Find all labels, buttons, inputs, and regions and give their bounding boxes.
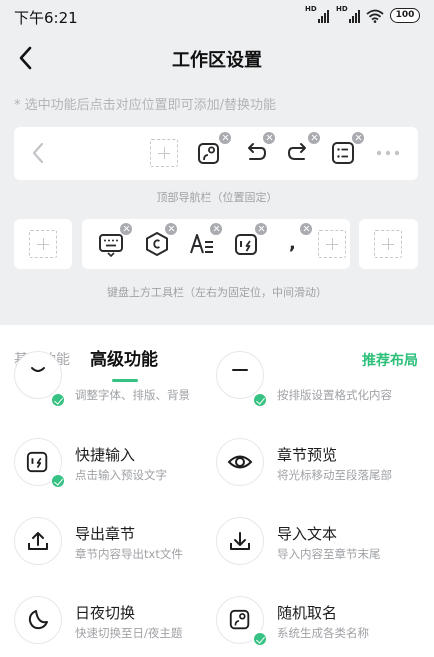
remove-icon[interactable] <box>120 223 132 235</box>
remove-icon[interactable] <box>352 132 364 144</box>
feature-item[interactable]: 导入文本 导入内容至章节末尾 <box>216 517 426 569</box>
empty-slot[interactable] <box>374 230 402 258</box>
instruction-hint: * 选中功能后点击对应位置即可添加/替换功能 <box>14 98 277 113</box>
empty-slot[interactable] <box>318 230 346 258</box>
feature-name: 快捷输入 <box>75 446 136 464</box>
empty-slot[interactable] <box>150 139 178 167</box>
status-icons: HD HD 100 <box>305 5 420 23</box>
feature-desc: 导入内容至章节末尾 <box>277 547 381 561</box>
eye-icon <box>216 438 264 486</box>
function-panel: 基础功能 高级功能 推荐布局 调整字体、排版、背景 按排版设置格式化内容 快捷 <box>0 325 434 657</box>
remove-icon[interactable] <box>165 223 177 235</box>
feature-item[interactable]: 日夜切换 快速切换至日/夜主题 <box>14 596 214 648</box>
added-check-icon <box>50 392 66 408</box>
more-icon[interactable] <box>375 149 401 157</box>
toolbar-middle-scroll: , <box>82 219 350 269</box>
feature-item[interactable]: 按排版设置格式化内容 <box>216 351 426 411</box>
remove-icon[interactable] <box>219 132 231 144</box>
added-check-icon <box>252 631 268 647</box>
toolbar-right-fixed <box>359 219 418 269</box>
feature-item[interactable]: 快捷输入 点击输入预设文字 <box>14 438 214 490</box>
upload-icon <box>14 517 62 565</box>
remove-icon[interactable] <box>255 223 267 235</box>
signal-icon: HD <box>305 5 329 23</box>
remove-icon[interactable] <box>300 223 312 235</box>
feature-name: 导出章节 <box>75 525 136 543</box>
status-bar: 下午6:21 HD HD 100 <box>0 0 434 32</box>
feature-item[interactable]: 随机取名 系统生成各类名称 <box>216 596 426 648</box>
feature-name: 日夜切换 <box>75 604 136 622</box>
feature-item[interactable]: 章节预览 将光标移动至段落尾部 <box>216 438 426 490</box>
page-title: 工作区设置 <box>172 50 262 71</box>
page-header: 工作区设置 <box>0 38 434 78</box>
keyboard-icon[interactable] <box>98 231 124 257</box>
added-check-icon <box>50 473 66 489</box>
comma-symbol[interactable]: , <box>289 233 296 254</box>
feature-name: 章节预览 <box>277 446 338 464</box>
feature-desc: 章节内容导出txt文件 <box>75 547 183 561</box>
remove-icon[interactable] <box>308 132 320 144</box>
feature-desc: 快速切换至日/夜主题 <box>75 626 183 640</box>
download-icon <box>216 517 264 565</box>
signal-icon: HD <box>336 5 360 23</box>
feature-desc: 系统生成各类名称 <box>277 626 369 640</box>
quick-input-icon[interactable] <box>234 231 260 257</box>
status-time: 下午6:21 <box>14 9 78 27</box>
redo-icon[interactable] <box>286 140 312 166</box>
feature-desc: 按排版设置格式化内容 <box>277 388 392 402</box>
hd-label: HD <box>336 4 348 13</box>
battery-indicator: 100 <box>390 8 420 23</box>
feature-desc: 调整字体、排版、背景 <box>75 388 190 402</box>
undo-icon[interactable] <box>242 140 268 166</box>
wifi-icon <box>366 9 384 23</box>
feature-desc: 将光标移动至段落尾部 <box>277 468 392 482</box>
hd-label: HD <box>305 4 317 13</box>
moon-icon <box>14 596 62 644</box>
feature-item[interactable]: 调整字体、排版、背景 <box>14 351 214 411</box>
feature-name: 导入文本 <box>277 525 338 543</box>
remove-icon[interactable] <box>210 223 222 235</box>
list-icon[interactable] <box>330 140 356 166</box>
feature-name: 随机取名 <box>277 604 338 622</box>
feature-item[interactable]: 导出章节 章节内容导出txt文件 <box>14 517 214 569</box>
random-name-icon[interactable] <box>196 140 222 166</box>
added-check-icon <box>252 392 268 408</box>
chevron-left-icon[interactable] <box>30 141 46 165</box>
top-nav-preview <box>14 127 418 180</box>
top-nav-caption: 顶部导航栏（位置固定） <box>156 191 278 204</box>
empty-slot[interactable] <box>29 230 57 258</box>
remove-icon[interactable] <box>263 132 275 144</box>
toolbar-caption: 键盘上方工具栏（左右为固定位，中间滑动） <box>107 286 327 299</box>
text-format-icon[interactable] <box>189 231 215 257</box>
feature-desc: 点击输入预设文字 <box>75 468 167 482</box>
hexagon-icon[interactable] <box>144 231 170 257</box>
toolbar-left-fixed <box>14 219 72 269</box>
